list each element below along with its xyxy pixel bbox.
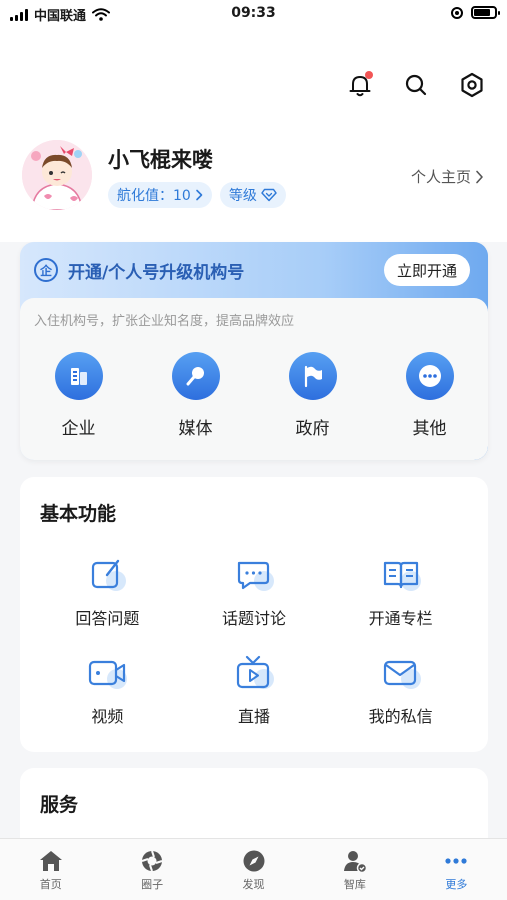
function-answer-question[interactable]: 回答问题	[34, 555, 181, 629]
edit-icon	[92, 559, 127, 591]
homepage-link[interactable]: 个人主页	[411, 166, 484, 187]
profile-header: 小飞棍来喽 航化值：10 等级 个人主页	[0, 30, 507, 242]
diamond-icon	[261, 188, 277, 202]
video-icon	[89, 660, 128, 689]
basic-functions-grid: 回答问题 话题讨论 开通专栏 视频 直播 我的私信	[34, 555, 474, 727]
org-type-enterprise[interactable]: 企业	[20, 352, 137, 439]
org-type-label: 其他	[412, 419, 447, 439]
services-title: 服务	[40, 794, 79, 816]
chevron-right-icon	[476, 170, 483, 183]
tab-label: 发现	[242, 878, 265, 891]
homepage-link-label: 个人主页	[410, 168, 471, 186]
org-type-government[interactable]: 政府	[254, 352, 371, 439]
status-bar: 中国联通 09:33	[0, 0, 507, 30]
function-label: 直播	[237, 707, 270, 726]
aperture-icon	[141, 850, 163, 872]
upgrade-org-card: 企 开通/个人号升级机构号 立即开通 入住机构号，扩张企业知名度，提高品牌效应 …	[20, 242, 488, 460]
notification-dot	[365, 71, 373, 79]
home-icon	[39, 851, 62, 871]
book-icon	[383, 561, 421, 591]
upgrade-card-body: 入住机构号，扩张企业知名度，提高品牌效应 企业 媒体 政府 其他	[20, 298, 488, 460]
tab-circle[interactable]: 圈子	[101, 839, 202, 900]
function-label: 我的私信	[368, 707, 433, 726]
microphone-icon	[171, 352, 220, 400]
status-right	[451, 6, 500, 19]
tab-label: 智库	[343, 878, 366, 891]
user-badge-icon	[343, 851, 368, 873]
notification-button[interactable]	[343, 68, 377, 102]
tab-label: 首页	[39, 878, 62, 891]
more-icon	[405, 352, 454, 400]
tab-discover[interactable]: 发现	[203, 839, 304, 900]
function-private-message[interactable]: 我的私信	[327, 653, 474, 727]
tab-home[interactable]: 首页	[0, 839, 101, 900]
status-time: 09:33	[231, 5, 276, 21]
level-badge[interactable]: 等级	[219, 182, 286, 208]
function-label: 话题讨论	[221, 609, 286, 628]
bottom-tab-bar: 首页 圈子 发现 智库 更多	[0, 838, 507, 900]
function-topic-discussion[interactable]: 话题讨论	[181, 555, 328, 629]
function-open-column[interactable]: 开通专栏	[327, 555, 474, 629]
compass-icon	[243, 850, 265, 872]
open-now-button[interactable]: 立即开通	[383, 254, 470, 286]
avatar[interactable]	[22, 140, 92, 210]
upgrade-card-description: 入住机构号，扩张企业知名度，提高品牌效应	[34, 314, 295, 329]
function-video[interactable]: 视频	[34, 653, 181, 727]
org-type-grid: 企业 媒体 政府 其他	[20, 352, 488, 439]
settings-button[interactable]	[455, 68, 489, 102]
flag-icon	[288, 352, 337, 400]
function-label: 开通专栏	[368, 609, 433, 628]
username: 小飞棍来喽	[108, 148, 213, 172]
level-text: 等级	[228, 188, 257, 204]
tab-more[interactable]: 更多	[406, 839, 507, 900]
orientation-lock-icon	[451, 6, 463, 19]
tab-think-tank[interactable]: 智库	[304, 839, 405, 900]
settings-hexagon-icon	[461, 72, 483, 98]
org-type-other[interactable]: 其他	[371, 352, 488, 439]
function-label: 回答问题	[75, 609, 140, 628]
mail-icon	[383, 660, 421, 689]
battery-icon	[471, 6, 500, 19]
more-dots-icon	[445, 858, 467, 864]
upgrade-card-header: 企 开通/个人号升级机构号 立即开通	[34, 254, 474, 286]
search-button[interactable]	[399, 68, 433, 102]
enterprise-badge-icon: 企	[34, 258, 58, 282]
org-type-label: 媒体	[178, 419, 213, 439]
navigation-value-text: 航化值：10	[117, 188, 191, 204]
search-icon	[405, 74, 427, 96]
org-type-label: 企业	[61, 419, 96, 439]
building-icon	[54, 352, 103, 400]
org-type-label: 政府	[295, 419, 330, 439]
top-toolbar	[343, 68, 489, 102]
function-label: 视频	[91, 707, 124, 726]
basic-functions-title: 基本功能	[40, 503, 117, 525]
chevron-right-icon	[196, 189, 203, 201]
tv-icon	[236, 655, 274, 689]
navigation-value-badge[interactable]: 航化值：10	[108, 182, 212, 208]
tab-label: 圈子	[141, 878, 164, 891]
user-badges: 航化值：10 等级	[108, 182, 286, 208]
avatar-illustration-icon	[22, 140, 92, 210]
basic-functions-card: 基本功能 回答问题 话题讨论 开通专栏 视频 直播 我的私信	[20, 477, 488, 752]
function-live[interactable]: 直播	[181, 653, 328, 727]
upgrade-card-title: 开通/个人号升级机构号	[68, 262, 245, 283]
profile-section: 小飞棍来喽 航化值：10 等级 个人主页	[22, 140, 492, 212]
chat-icon	[237, 561, 274, 591]
org-type-media[interactable]: 媒体	[137, 352, 254, 439]
tab-label: 更多	[445, 878, 468, 891]
